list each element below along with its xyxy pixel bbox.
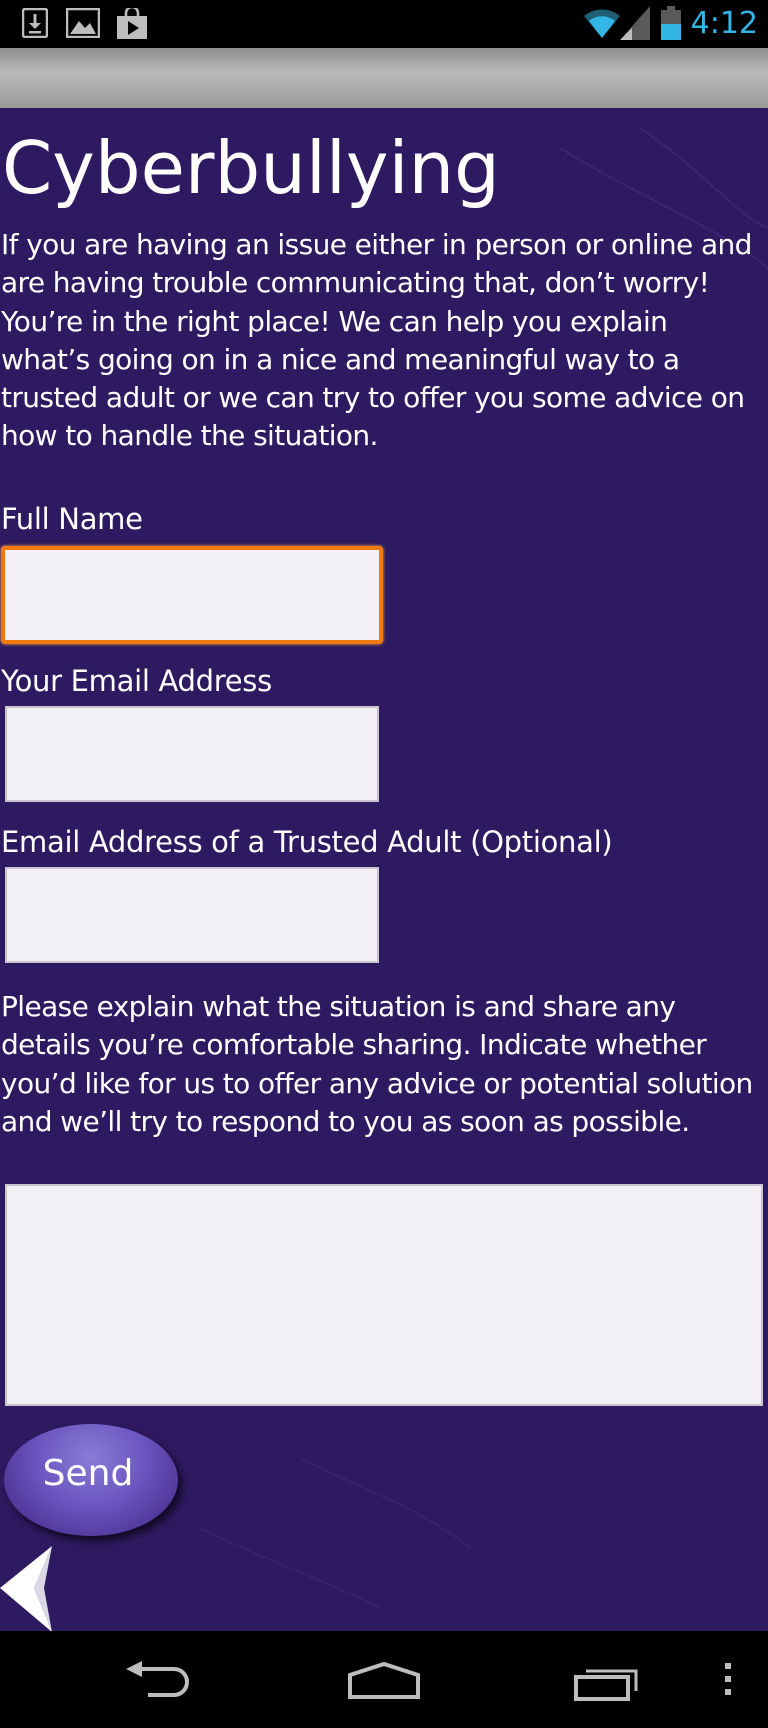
app-screen: 4:12 Cyberbullying If you are having an … (0, 0, 768, 1728)
action-bar (0, 48, 768, 108)
page-title: Cyberbullying (2, 126, 500, 210)
overflow-menu-icon[interactable] (724, 1661, 732, 1701)
status-bar: 4:12 (0, 0, 768, 48)
situation-details-label: Please explain what the situation is and… (1, 990, 753, 1138)
home-nav-icon[interactable] (346, 1661, 422, 1705)
recent-apps-icon[interactable] (574, 1661, 644, 1705)
download-icon (21, 7, 49, 42)
full-name-input[interactable] (1, 546, 383, 644)
clock-time: 4:12 (690, 6, 758, 41)
intro-paragraph: If you are having an issue either in per… (1, 228, 752, 453)
send-button[interactable]: Send (4, 1424, 178, 1536)
wifi-icon (582, 6, 622, 42)
your-email-input[interactable] (5, 706, 379, 802)
content-area: Cyberbullying If you are having an issue… (0, 108, 768, 1631)
trusted-adult-email-label: Email Address of a Trusted Adult (Option… (1, 825, 613, 859)
play-store-icon (116, 5, 148, 44)
situation-details-textarea[interactable] (5, 1184, 763, 1406)
full-name-label: Full Name (1, 502, 143, 536)
back-nav-icon[interactable] (124, 1661, 194, 1705)
navigation-bar (0, 1631, 768, 1728)
signal-icon (620, 6, 650, 44)
send-button-label: Send (42, 1453, 134, 1494)
your-email-label: Your Email Address (1, 664, 272, 698)
battery-icon (660, 6, 682, 44)
image-icon (65, 7, 101, 42)
back-arrow-icon[interactable] (0, 1544, 56, 1631)
trusted-adult-email-input[interactable] (5, 867, 379, 963)
